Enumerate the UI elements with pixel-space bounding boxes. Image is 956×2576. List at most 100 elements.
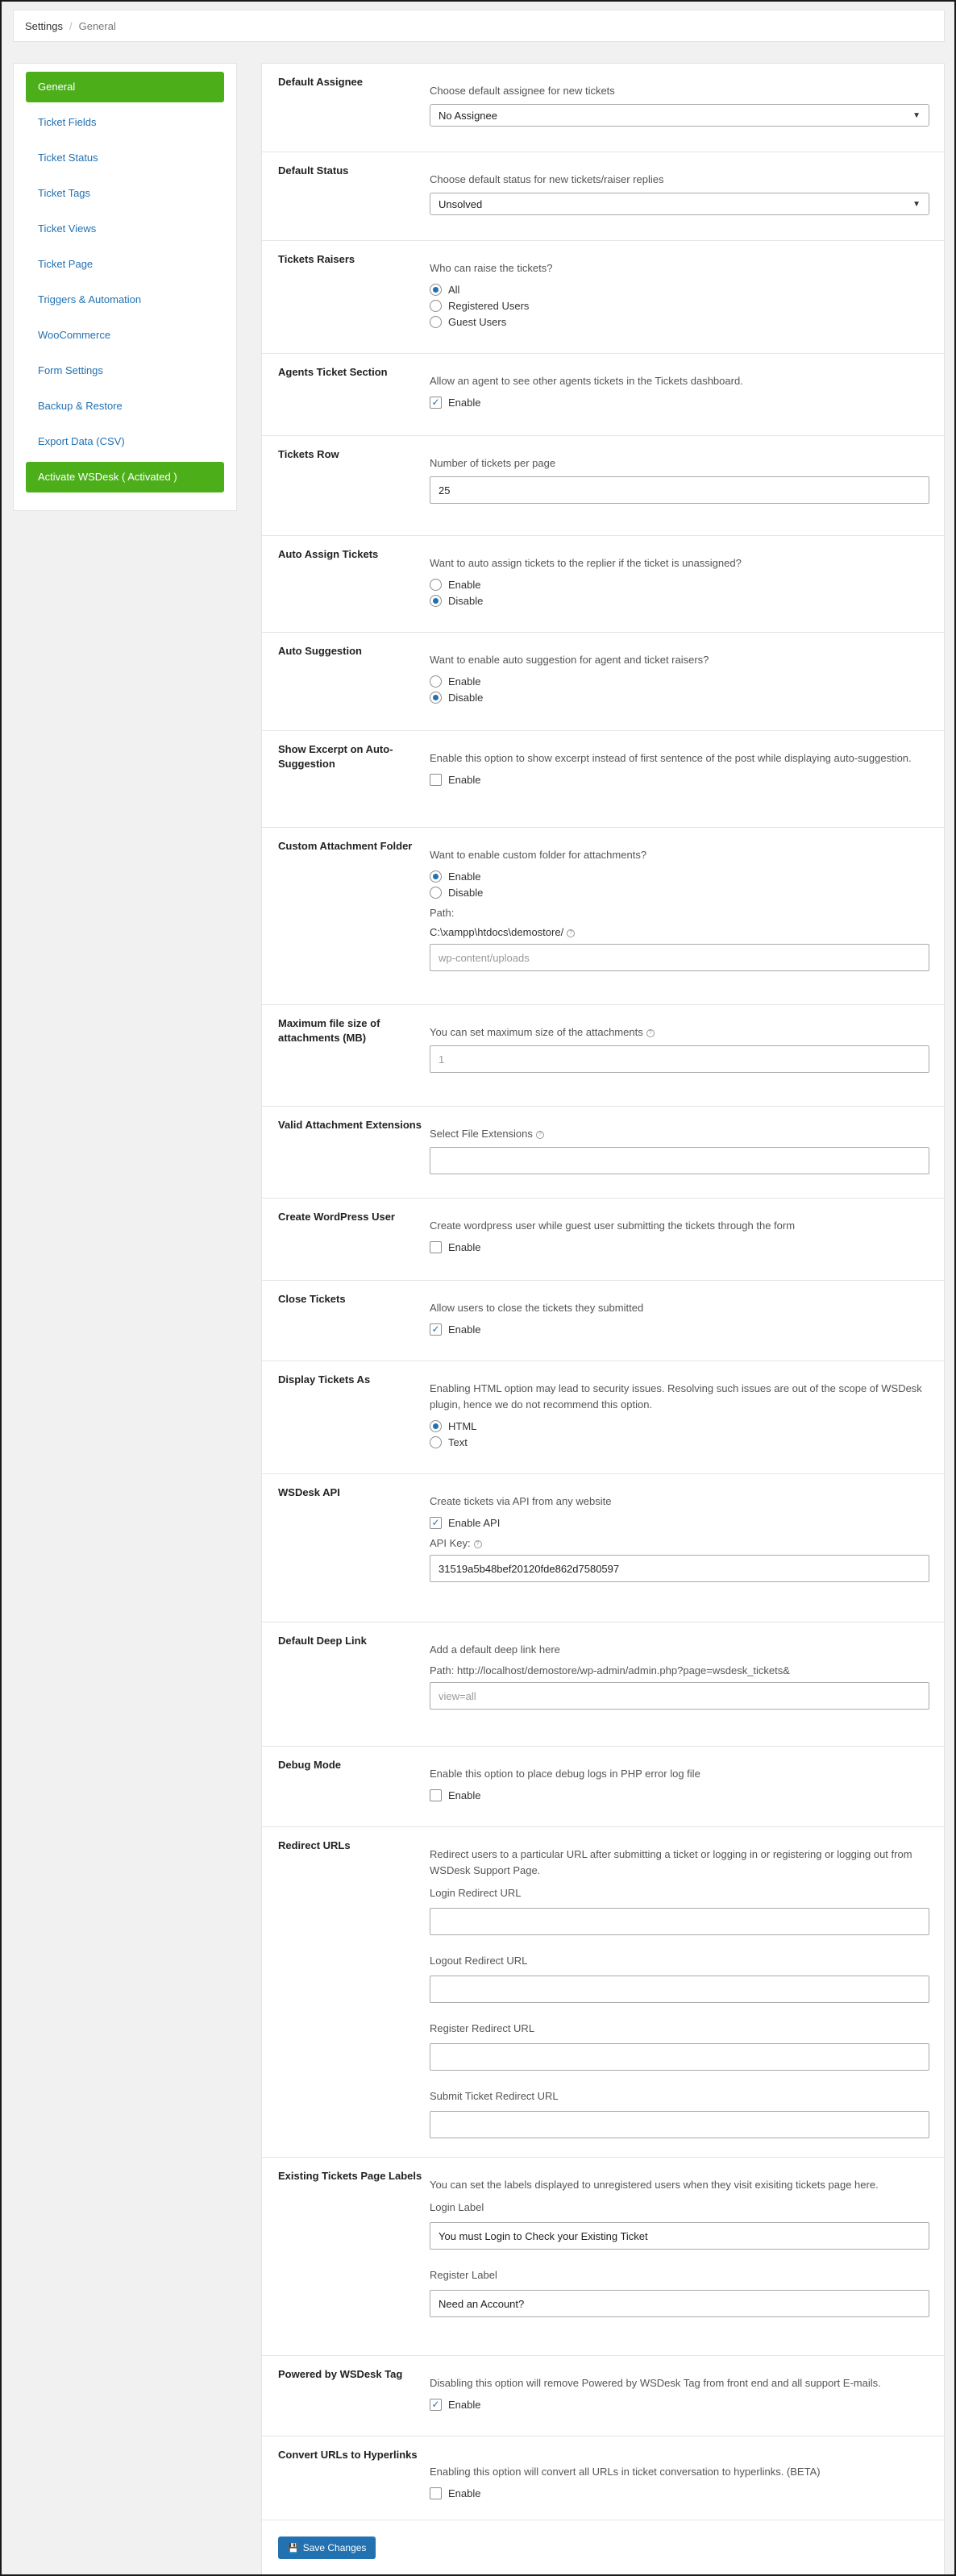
- radio[interactable]: [430, 1435, 442, 1448]
- setting-label: Tickets Raisers: [278, 253, 355, 265]
- register-redirect-label: Register Redirect URL: [430, 2022, 535, 2034]
- setting-label: Custom Attachment Folder: [278, 840, 413, 852]
- setting-default-deep-link: Default Deep Link Add a default deep lin…: [262, 1622, 944, 1747]
- settings-sidebar: General Ticket Fields Ticket Status Tick…: [13, 63, 237, 511]
- sidebar-item-ticket-page[interactable]: Ticket Page: [26, 249, 224, 280]
- sidebar-item-general[interactable]: General: [26, 72, 224, 102]
- sidebar-item-ticket-views[interactable]: Ticket Views: [26, 214, 224, 244]
- sidebar-item-export-data[interactable]: Export Data (CSV): [26, 426, 224, 457]
- register-redirect-input[interactable]: [430, 2043, 929, 2071]
- breadcrumb-separator: /: [69, 19, 73, 32]
- sidebar-item-woocommerce[interactable]: WooCommerce: [26, 320, 224, 351]
- sidebar-item-ticket-fields[interactable]: Ticket Fields: [26, 107, 224, 138]
- checkbox[interactable]: [430, 773, 442, 786]
- raisers-option-guest[interactable]: Guest Users: [430, 314, 929, 330]
- file-extensions-select[interactable]: [430, 1147, 929, 1174]
- checkbox[interactable]: [430, 1789, 442, 1801]
- info-icon[interactable]: ?: [535, 1130, 544, 1139]
- radio[interactable]: [430, 675, 442, 688]
- auto-assign-disable[interactable]: Disable: [430, 592, 929, 609]
- general-settings-panel: Default Assignee Choose default assignee…: [261, 63, 945, 2576]
- sidebar-item-triggers-automation[interactable]: Triggers & Automation: [26, 285, 224, 315]
- setting-label: Show Excerpt on Auto-Suggestion: [278, 743, 393, 770]
- setting-description: Want to auto assign tickets to the repli…: [430, 557, 742, 569]
- default-status-select[interactable]: Unsolved ▼: [430, 193, 929, 215]
- checkbox[interactable]: [430, 1240, 442, 1253]
- raisers-option-registered[interactable]: Registered Users: [430, 297, 929, 314]
- radio[interactable]: [430, 886, 442, 899]
- setting-close-tickets: Close Tickets Allow users to close the t…: [262, 1281, 944, 1361]
- setting-label: Default Deep Link: [278, 1635, 367, 1647]
- radio-selected[interactable]: [430, 1419, 442, 1432]
- create-wp-user-enable[interactable]: Enable: [430, 1239, 929, 1255]
- register-label-input[interactable]: Need an Account?: [430, 2290, 929, 2317]
- convert-urls-enable[interactable]: Enable: [430, 2485, 929, 2501]
- display-html[interactable]: HTML: [430, 1418, 929, 1434]
- info-icon[interactable]: ?: [646, 1028, 655, 1037]
- breadcrumb-general: General: [78, 19, 116, 32]
- setting-description: You can set maximum size of the attachme…: [430, 1024, 929, 1041]
- sidebar-item-ticket-tags[interactable]: Ticket Tags: [26, 178, 224, 209]
- custom-folder-input[interactable]: wp-content/uploads: [430, 944, 929, 971]
- display-text[interactable]: Text: [430, 1434, 929, 1450]
- logout-redirect-input[interactable]: [430, 1976, 929, 2003]
- radio-selected[interactable]: [430, 594, 442, 607]
- radio[interactable]: [430, 578, 442, 591]
- agents-ticket-enable[interactable]: ✓ Enable: [430, 394, 929, 410]
- api-enable[interactable]: ✓ Enable API: [430, 1514, 929, 1531]
- custom-folder-disable[interactable]: Disable: [430, 884, 929, 900]
- radio-selected[interactable]: [430, 691, 442, 704]
- setting-debug-mode: Debug Mode Enable this option to place d…: [262, 1747, 944, 1827]
- auto-assign-enable[interactable]: Enable: [430, 576, 929, 592]
- checkbox-checked[interactable]: ✓: [430, 1516, 442, 1529]
- api-key-label-row: API Key:?: [430, 1535, 929, 1552]
- api-key-input[interactable]: 31519a5b48bef20120fde862d7580597: [430, 1555, 929, 1582]
- submit-redirect-input[interactable]: [430, 2111, 929, 2138]
- auto-suggestion-enable[interactable]: Enable: [430, 673, 929, 689]
- custom-folder-enable[interactable]: Enable: [430, 868, 929, 884]
- breadcrumb-settings[interactable]: Settings: [25, 20, 63, 32]
- info-icon[interactable]: ?: [567, 929, 576, 937]
- logout-redirect-label: Logout Redirect URL: [430, 1955, 528, 1967]
- register-label-caption: Register Label: [430, 2269, 497, 2281]
- sidebar-item-activate-wsdesk[interactable]: Activate WSDesk ( Activated ): [26, 462, 224, 492]
- checkbox-checked[interactable]: ✓: [430, 396, 442, 409]
- login-label-input[interactable]: You must Login to Check your Existing Ti…: [430, 2222, 929, 2250]
- save-changes-button[interactable]: 💾 Save Changes: [278, 2537, 376, 2559]
- save-icon: 💾: [288, 2543, 299, 2553]
- checkbox[interactable]: [430, 2487, 442, 2499]
- setting-tickets-raisers: Tickets Raisers Who can raise the ticket…: [262, 241, 944, 354]
- sidebar-item-backup-restore[interactable]: Backup & Restore: [26, 391, 224, 422]
- auto-suggestion-disable[interactable]: Disable: [430, 689, 929, 705]
- default-assignee-select[interactable]: No Assignee ▼: [430, 104, 929, 127]
- radio[interactable]: [430, 299, 442, 312]
- checkbox-checked[interactable]: ✓: [430, 1323, 442, 1336]
- login-redirect-input[interactable]: [430, 1908, 929, 1935]
- setting-label: Maximum file size of attachments (MB): [278, 1017, 380, 1044]
- setting-description: Choose default status for new tickets/ra…: [430, 173, 664, 185]
- raisers-option-all[interactable]: All: [430, 281, 929, 297]
- checkbox-checked[interactable]: ✓: [430, 2398, 442, 2411]
- radio[interactable]: [430, 315, 442, 328]
- select-value: Unsolved: [439, 197, 483, 210]
- close-tickets-enable[interactable]: ✓ Enable: [430, 1321, 929, 1337]
- setting-description: Allow users to close the tickets they su…: [430, 1302, 644, 1314]
- setting-description: Want to enable custom folder for attachm…: [430, 849, 647, 861]
- radio-selected[interactable]: [430, 870, 442, 883]
- deep-link-input[interactable]: view=all: [430, 1682, 929, 1710]
- show-excerpt-enable[interactable]: Enable: [430, 771, 929, 787]
- sidebar-item-ticket-status[interactable]: Ticket Status: [26, 143, 224, 173]
- path-label: Path:: [430, 907, 455, 919]
- info-icon[interactable]: ?: [473, 1539, 482, 1548]
- setting-label: Redirect URLs: [278, 1839, 351, 1851]
- sidebar-item-form-settings[interactable]: Form Settings: [26, 355, 224, 386]
- setting-description: Enabling HTML option may lead to securit…: [430, 1382, 922, 1411]
- radio-selected[interactable]: [430, 283, 442, 296]
- setting-description: Number of tickets per page: [430, 457, 556, 469]
- setting-label: Display Tickets As: [278, 1373, 371, 1386]
- powered-by-enable[interactable]: ✓ Enable: [430, 2396, 929, 2412]
- tickets-per-page-input[interactable]: 25: [430, 476, 929, 504]
- max-file-size-input[interactable]: 1: [430, 1045, 929, 1073]
- setting-auto-assign: Auto Assign Tickets Want to auto assign …: [262, 536, 944, 633]
- debug-mode-enable[interactable]: Enable: [430, 1787, 929, 1803]
